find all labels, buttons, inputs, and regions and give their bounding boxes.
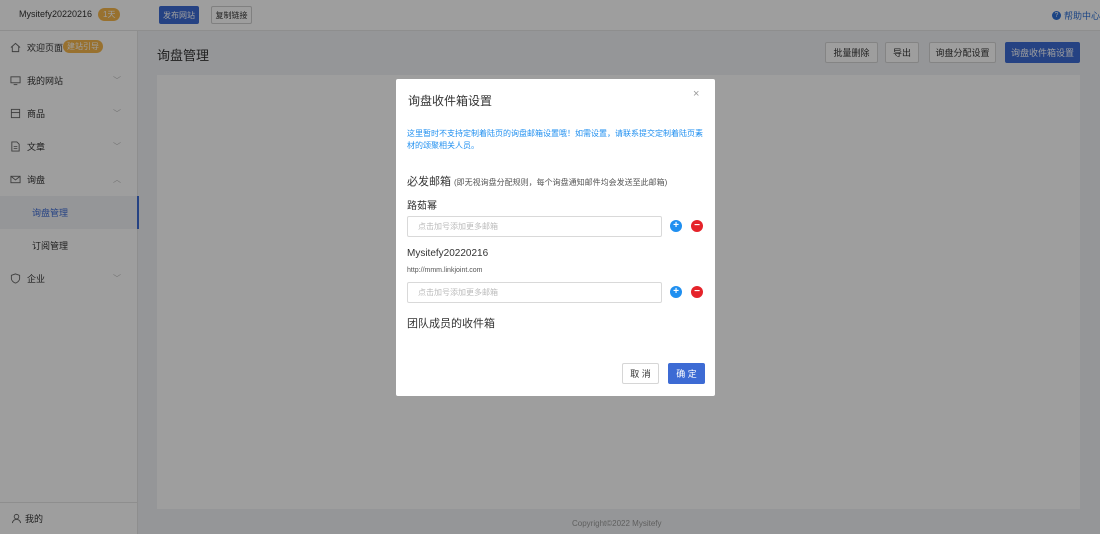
member-name: Mysitefy20220216 <box>407 248 489 259</box>
section-title: 必发邮箱 <box>407 176 451 188</box>
confirm-button[interactable]: 确 定 <box>668 363 705 384</box>
email-field[interactable]: 点击加号添加更多邮箱 <box>407 282 662 303</box>
close-icon[interactable]: × <box>693 88 699 100</box>
section-hint: (即无视询盘分配规则，每个询盘通知邮件均会发送至此邮箱) <box>454 178 668 187</box>
team-inbox-title: 团队成员的收件箱 <box>407 318 495 330</box>
cancel-button[interactable]: 取 消 <box>622 363 659 384</box>
add-email-icon[interactable]: + <box>670 220 682 232</box>
add-email-icon[interactable]: + <box>670 286 682 298</box>
inbox-settings-modal: 询盘收件箱设置 × 这里暂时不支持定制着陆页的询盘邮箱设置哦！如需设置，请联系提… <box>396 79 715 396</box>
email-field[interactable]: 点击加号添加更多邮箱 <box>407 216 662 237</box>
member-name: 路茹幂 <box>407 201 437 212</box>
remove-email-icon[interactable]: − <box>691 220 703 232</box>
notice-text: 这里暂时不支持定制着陆页的询盘邮箱设置哦！如需设置，请联系提交定制着陆页素材的颂… <box>407 129 703 150</box>
remove-email-icon[interactable]: − <box>691 286 703 298</box>
modal-title: 询盘收件箱设置 <box>408 94 493 108</box>
required-mailbox-section: 必发邮箱 (即无视询盘分配规则，每个询盘通知邮件均会发送至此邮箱) <box>407 173 667 189</box>
member-url: http://mmm.linkjoint.com <box>407 267 483 274</box>
